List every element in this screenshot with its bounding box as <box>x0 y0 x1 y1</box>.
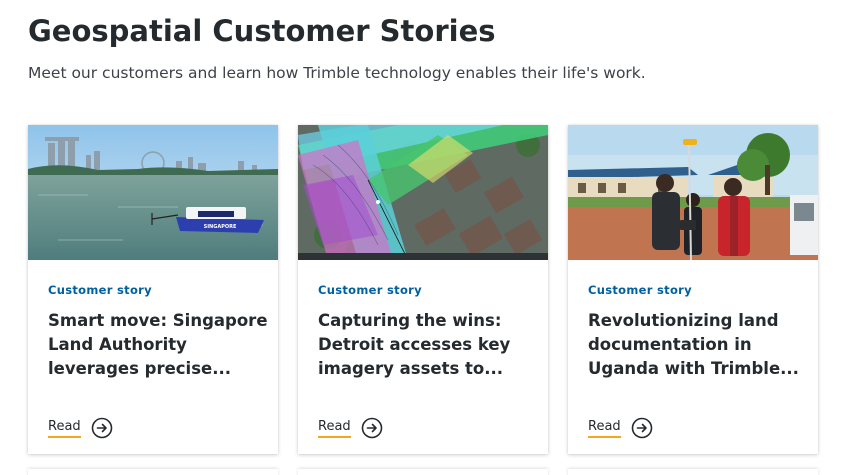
next-story-card-edge[interactable] <box>28 469 278 475</box>
card-title[interactable]: Capturing the wins: Detroit accesses key… <box>318 309 536 381</box>
card-title-line: Revolutionizing land <box>588 311 779 330</box>
page-title: Geospatial Customer Stories <box>28 14 496 48</box>
boat-label: SINGAPORE <box>204 224 237 230</box>
card-title-line: imagery assets to... <box>318 359 504 378</box>
arrow-right-circle-icon <box>361 417 382 439</box>
uganda-surveyors-image <box>568 125 818 260</box>
read-label: Read <box>588 419 621 438</box>
card-title-line: leverages precise... <box>48 359 232 378</box>
card-title-line: Uganda with Trimble... <box>588 359 799 378</box>
next-story-card-edge[interactable] <box>568 469 818 475</box>
card-title-line: Capturing the wins: <box>318 311 502 330</box>
card-title-line: documentation in <box>588 335 752 354</box>
read-label: Read <box>318 419 351 438</box>
story-image-uganda[interactable] <box>568 125 818 260</box>
story-card-detroit[interactable]: Customer story Capturing the wins: Detro… <box>298 125 548 454</box>
read-link[interactable]: Read <box>48 417 113 439</box>
story-card-uganda[interactable]: Customer story Revolutionizing land docu… <box>568 125 818 454</box>
card-eyebrow: Customer story <box>318 283 422 297</box>
read-link[interactable]: Read <box>318 417 383 439</box>
story-card-singapore[interactable]: SINGAPORE Customer story Smart move: Sin… <box>28 125 278 454</box>
arrow-right-circle-icon <box>631 417 652 439</box>
card-title-line: Land Authority <box>48 335 187 354</box>
card-title-line: Smart move: Singapore <box>48 311 268 330</box>
detroit-aerial-image <box>298 125 548 260</box>
card-title[interactable]: Revolutionizing land documentation in Ug… <box>588 309 806 381</box>
arrow-right-circle-icon <box>91 417 112 439</box>
story-image-singapore[interactable]: SINGAPORE <box>28 125 278 260</box>
story-image-detroit[interactable] <box>298 125 548 260</box>
card-title-line: Detroit accesses key <box>318 335 511 354</box>
card-eyebrow: Customer story <box>48 283 152 297</box>
singapore-harbor-image: SINGAPORE <box>28 125 278 260</box>
next-story-card-edge[interactable] <box>298 469 548 475</box>
card-eyebrow: Customer story <box>588 283 692 297</box>
card-title[interactable]: Smart move: Singapore Land Authority lev… <box>48 309 268 381</box>
page-subtitle: Meet our customers and learn how Trimble… <box>28 64 646 82</box>
read-label: Read <box>48 419 81 438</box>
read-link[interactable]: Read <box>588 417 653 439</box>
